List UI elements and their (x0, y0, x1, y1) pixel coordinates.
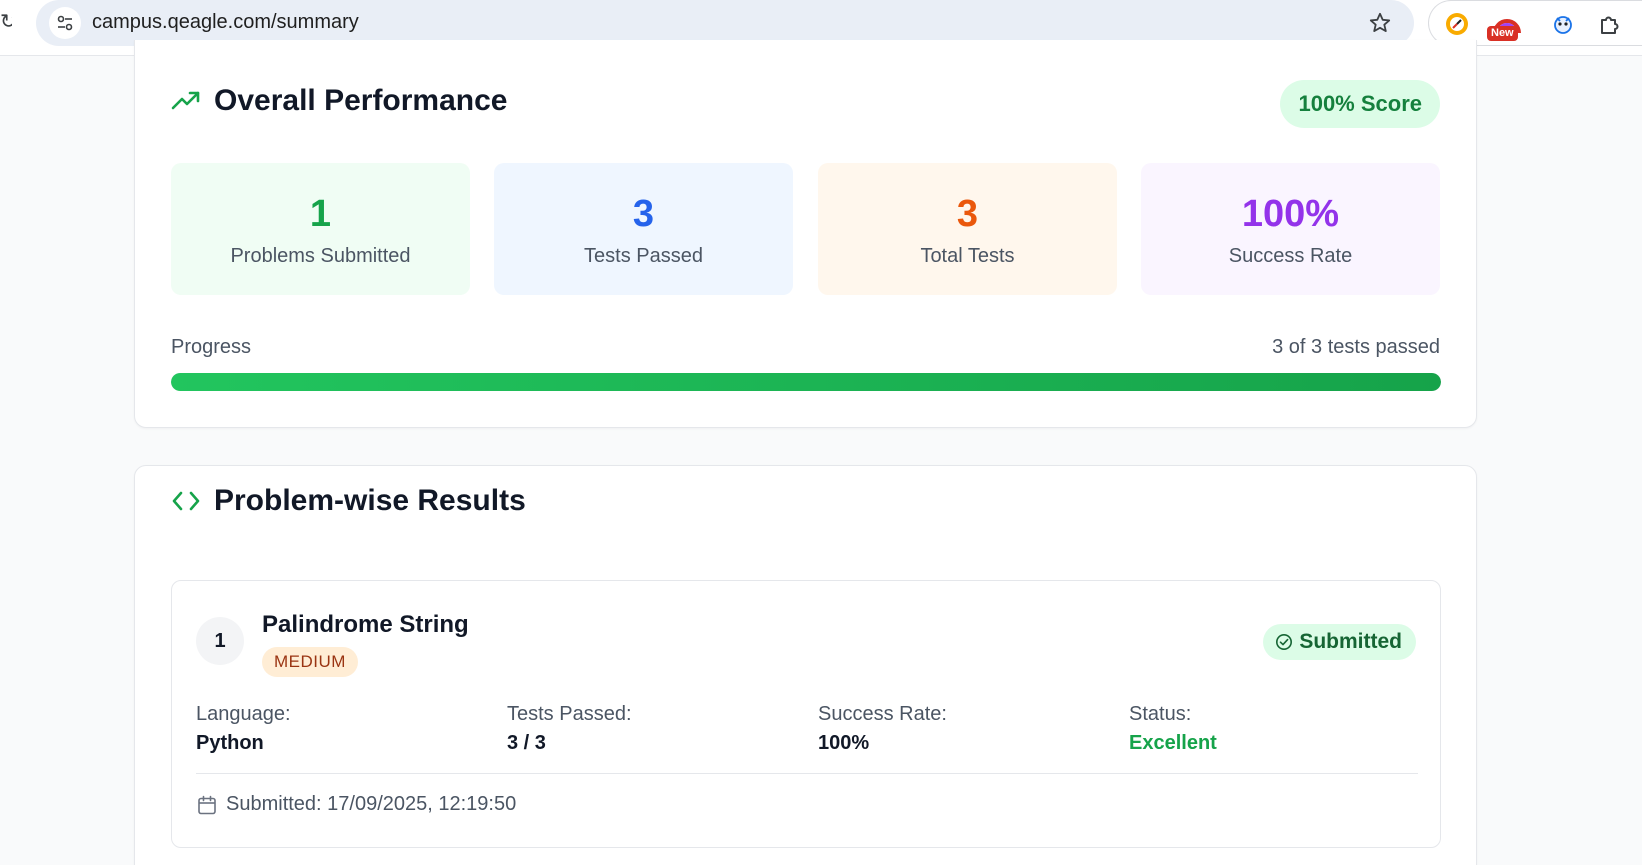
stat-value: 100% (1241, 193, 1340, 235)
tests-passed-field: Tests Passed: 3 / 3 (507, 701, 807, 756)
progress-label: Progress (171, 336, 252, 358)
stat-label: Success Rate (1228, 245, 1353, 267)
stat-tests-passed: 3 Tests Passed (494, 163, 793, 295)
stat-problems-submitted: 1 Problems Submitted (171, 163, 470, 295)
problem-results-title: Problem-wise Results (214, 484, 526, 517)
divider (196, 773, 1418, 774)
stat-value: 1 (309, 193, 332, 235)
tests-passed-label: Tests Passed: (507, 703, 632, 725)
progress-bar (171, 373, 1441, 391)
overall-performance-title: Overall Performance (214, 84, 508, 117)
new-badge: New (1487, 26, 1518, 41)
language-field: Language: Python (196, 701, 496, 756)
language-label: Language: (196, 703, 291, 725)
overall-performance-card: Overall Performance 100% Score 1 Problem… (134, 40, 1477, 428)
reload-icon[interactable]: ↻ (0, 10, 12, 34)
stat-value: 3 (956, 193, 979, 235)
check-circle-icon (1276, 634, 1293, 650)
progress-bar-fill (171, 373, 1441, 391)
success-rate-field: Success Rate: 100% (818, 701, 1118, 756)
submitted-timestamp: Submitted: 17/09/2025, 12:19:50 (196, 793, 516, 816)
site-info-icon[interactable] (49, 7, 81, 39)
success-rate-value: 100% (818, 732, 870, 754)
score-badge: 100% Score (1280, 80, 1440, 128)
code-icon (172, 491, 200, 511)
stat-total-tests: 3 Total Tests (818, 163, 1117, 295)
stat-success-rate: 100% Success Rate (1141, 163, 1440, 295)
stat-value: 3 (632, 193, 655, 235)
language-value: Python (196, 732, 264, 754)
problem-results-card: Problem-wise Results 1 Palindrome String… (134, 465, 1477, 865)
extension-rainbow-icon[interactable]: New (1487, 8, 1523, 41)
extension-mascot-icon[interactable] (1547, 8, 1579, 40)
progress-count: 3 of 3 tests passed (1272, 336, 1440, 358)
status-value: Excellent (1129, 732, 1217, 754)
stat-label: Total Tests (920, 245, 1015, 267)
submitted-timestamp-text: Submitted: 17/09/2025, 12:19:50 (226, 793, 517, 815)
submitted-status-text: Submitted (1299, 630, 1402, 653)
problem-item[interactable]: 1 Palindrome String MEDIUM Submitted Lan… (171, 580, 1441, 848)
success-rate-label: Success Rate: (818, 703, 947, 725)
extension-gauge-icon[interactable] (1441, 8, 1473, 40)
stat-label: Problems Submitted (230, 245, 411, 267)
problem-number: 1 (196, 617, 244, 665)
tests-passed-value: 3 / 3 (507, 732, 546, 754)
status-label: Status: (1129, 703, 1192, 725)
bookmark-star-icon[interactable] (1366, 9, 1394, 37)
url-text[interactable]: campus.qeagle.com/summary (92, 11, 359, 34)
problem-name: Palindrome String (262, 611, 469, 638)
calendar-icon (198, 795, 216, 814)
trending-up-icon (171, 91, 200, 110)
difficulty-badge: MEDIUM (262, 647, 358, 677)
submitted-status-badge: Submitted (1263, 624, 1416, 660)
extensions-puzzle-icon[interactable] (1595, 8, 1627, 40)
stat-label: Tests Passed (584, 245, 703, 267)
status-field: Status: Excellent (1129, 701, 1429, 756)
